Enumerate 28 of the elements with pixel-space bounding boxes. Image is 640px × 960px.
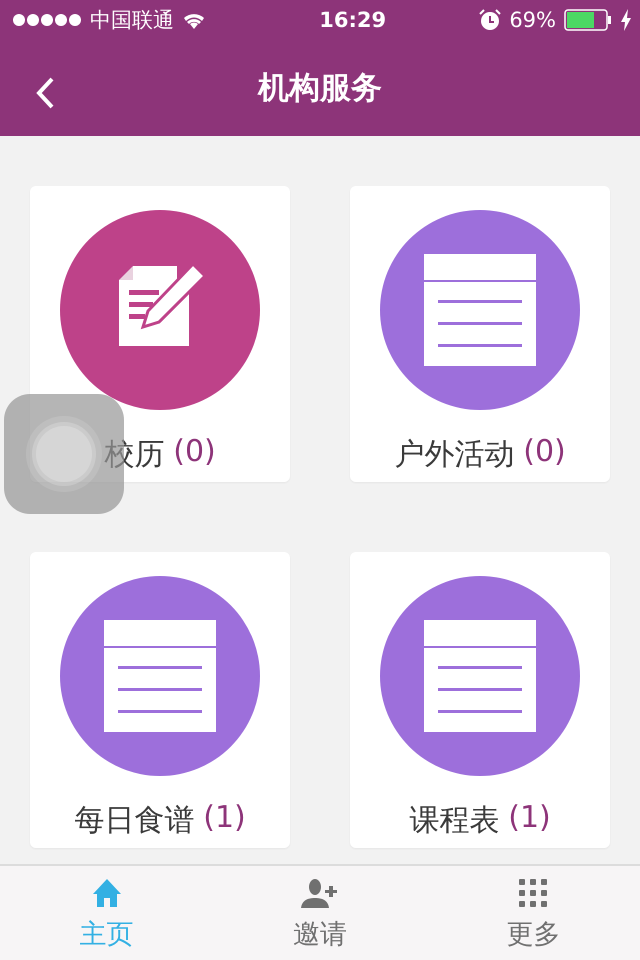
tab-item[interactable]: 邀请 <box>213 866 427 960</box>
card-title: 每日食谱 <box>74 802 194 840</box>
grid-icon <box>518 878 548 908</box>
tab-item[interactable]: 更多 <box>426 866 640 960</box>
signal-icon <box>12 13 82 27</box>
document-icon <box>424 254 536 366</box>
battery-percent: 69% <box>509 8 556 32</box>
card-title: 户外活动 <box>394 436 514 474</box>
battery-icon <box>564 9 612 31</box>
wifi-icon <box>182 11 206 29</box>
chevron-left-icon <box>34 76 56 110</box>
carrier-name: 中国联通 <box>90 7 174 34</box>
alarm-icon <box>479 9 502 31</box>
page-title: 机构服务 <box>258 69 382 108</box>
status-time: 16:29 <box>319 8 386 32</box>
service-card[interactable]: 每日食谱 (1) <box>30 552 290 848</box>
card-count: (0) <box>173 434 216 471</box>
card-count: (1) <box>508 800 551 837</box>
home-icon <box>92 878 122 908</box>
document-icon <box>104 620 216 732</box>
charging-icon <box>620 9 632 31</box>
service-card[interactable]: 户外活动 (0) <box>350 186 610 482</box>
add-person-icon <box>300 878 339 908</box>
document-icon <box>424 620 536 732</box>
card-count: (1) <box>203 800 246 837</box>
service-card[interactable]: 课程表 (1) <box>350 552 610 848</box>
card-title: 课程表 <box>409 802 500 840</box>
card-count: (0) <box>523 434 566 471</box>
